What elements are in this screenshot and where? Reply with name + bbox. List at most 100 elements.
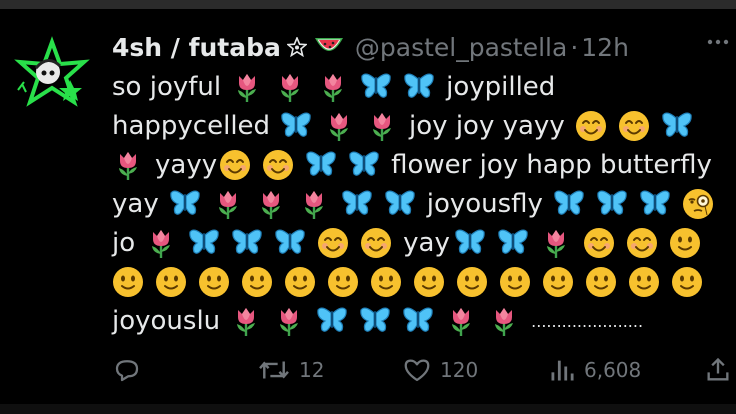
- tulip-icon: [145, 227, 177, 259]
- tulip-icon: [112, 149, 144, 181]
- retweet-icon: [259, 361, 289, 379]
- butterfly-icon: [402, 305, 434, 337]
- tulip-icon: [445, 305, 477, 337]
- separator-dot: ·: [570, 32, 579, 62]
- watermelon-icon: [313, 34, 345, 60]
- smiling-face-icon: [317, 227, 349, 259]
- tweet-actions: 12 120 6,608: [0, 350, 736, 390]
- smiling-face-icon: [262, 149, 294, 181]
- like-count: 120: [440, 358, 479, 382]
- tweet-header: 4sh / futaba @pastel_pastella · 12h: [112, 30, 629, 64]
- timestamp[interactable]: 12h: [581, 33, 629, 62]
- tulip-icon: [298, 188, 330, 220]
- reply-button[interactable]: [112, 350, 150, 390]
- butterfly-icon: [341, 188, 373, 220]
- slightly-smiling-face-icon: [499, 266, 531, 298]
- smiling-face-icon: [583, 227, 615, 259]
- butterfly-icon: [454, 227, 486, 259]
- tulip-icon: [273, 305, 305, 337]
- butterfly-icon: [305, 149, 337, 181]
- butterfly-icon: [359, 305, 391, 337]
- slightly-smiling-face-icon: [413, 266, 445, 298]
- tulip-icon: [231, 71, 263, 103]
- butterfly-icon: [596, 188, 628, 220]
- tweet-ellipsis: ......................: [531, 311, 644, 331]
- tulip-icon: [323, 110, 355, 142]
- slightly-smiling-face-icon: [585, 266, 617, 298]
- share-button[interactable]: [704, 350, 736, 390]
- more-options-icon[interactable]: [706, 36, 730, 48]
- tulip-icon: [255, 188, 287, 220]
- display-name[interactable]: 4sh / futaba: [112, 33, 281, 62]
- slightly-smiling-face-icon: [456, 266, 488, 298]
- slightly-smiling-face-icon: [198, 266, 230, 298]
- smiling-face-icon: [618, 110, 650, 142]
- tweet-line: yay joyousfly: [112, 185, 725, 223]
- star-badge-icon: [286, 37, 307, 57]
- tweet-word: so joyful: [112, 72, 222, 102]
- tulip-icon: [274, 71, 306, 103]
- tweet-line: joyouslu ......................: [112, 302, 643, 340]
- tweet-word: flower joy happ butterfly: [391, 150, 712, 180]
- tweet-word: joyouslu: [112, 306, 221, 336]
- reply-icon: [115, 360, 139, 382]
- heart-icon: [404, 359, 430, 382]
- handle[interactable]: @pastel_pastella: [355, 33, 567, 62]
- butterfly-icon: [553, 188, 585, 220]
- share-icon: [707, 357, 729, 381]
- tweet-line: [112, 263, 714, 301]
- slightly-smiling-face-icon: [327, 266, 359, 298]
- butterfly-icon: [360, 71, 392, 103]
- slightly-smiling-face-icon: [112, 266, 144, 298]
- smiling-face-icon: [575, 110, 607, 142]
- butterfly-icon: [384, 188, 416, 220]
- tweet-line: jo yay: [112, 224, 712, 262]
- tulip-icon: [212, 188, 244, 220]
- tweet-line: so joyful joypilled: [112, 68, 565, 106]
- tweet-word: joy joy yayy: [409, 111, 565, 141]
- butterfly-icon: [280, 110, 312, 142]
- tweet-word: jo: [112, 228, 136, 258]
- smiling-face-icon: [219, 149, 251, 181]
- view-count: 6,608: [584, 358, 642, 382]
- butterfly-icon: [403, 71, 435, 103]
- slightly-smiling-face-icon: [669, 227, 701, 259]
- retweet-count: 12: [299, 358, 325, 382]
- retweet-button[interactable]: 12: [257, 350, 324, 390]
- butterfly-icon: [497, 227, 529, 259]
- tweet-word: joyousfly: [426, 189, 543, 219]
- like-button[interactable]: 120: [402, 350, 478, 390]
- tweet-line: yayy flower joy happ butterfly: [112, 146, 722, 184]
- views-button[interactable]: 6,608: [548, 350, 641, 390]
- slightly-smiling-face-icon: [284, 266, 316, 298]
- tweet-word: yayy: [155, 150, 218, 180]
- tulip-icon: [230, 305, 262, 337]
- butterfly-icon: [169, 188, 201, 220]
- monocle-face-icon: [682, 188, 714, 220]
- tweet-word: yay: [112, 189, 159, 219]
- slightly-smiling-face-icon: [370, 266, 402, 298]
- butterfly-icon: [274, 227, 306, 259]
- slightly-smiling-face-icon: [241, 266, 273, 298]
- tulip-icon: [366, 110, 398, 142]
- bottom-band: [0, 404, 736, 414]
- smiling-face-icon: [626, 227, 658, 259]
- tweet-word: happycelled: [112, 111, 271, 141]
- tweet-word: joypilled: [446, 72, 556, 102]
- butterfly-icon: [348, 149, 380, 181]
- slightly-smiling-face-icon: [671, 266, 703, 298]
- tulip-icon: [488, 305, 520, 337]
- tulip-icon: [317, 71, 349, 103]
- butterfly-icon: [639, 188, 671, 220]
- top-band: [0, 0, 736, 9]
- tulip-icon: [540, 227, 572, 259]
- butterfly-icon: [316, 305, 348, 337]
- slightly-smiling-face-icon: [155, 266, 187, 298]
- bar-chart-icon: [551, 360, 574, 381]
- slightly-smiling-face-icon: [542, 266, 574, 298]
- slightly-smiling-face-icon: [628, 266, 660, 298]
- avatar[interactable]: [14, 36, 90, 112]
- butterfly-icon: [661, 110, 693, 142]
- butterfly-icon: [231, 227, 263, 259]
- butterfly-icon: [188, 227, 220, 259]
